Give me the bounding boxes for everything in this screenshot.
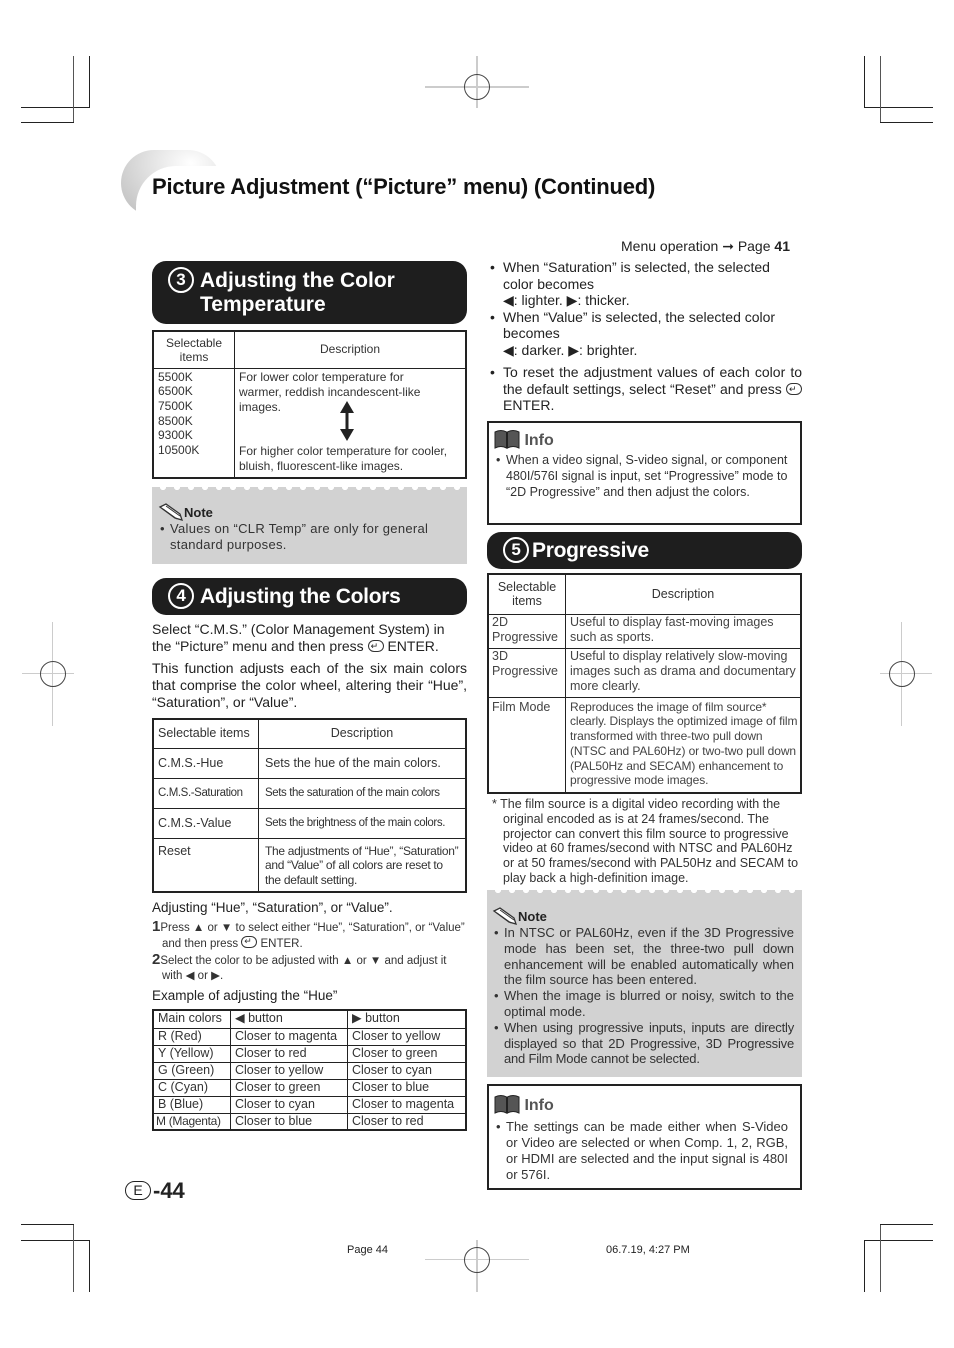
- section-heading-adjusting-colors: 4 Adjusting the Colors: [152, 578, 467, 615]
- table-header: Main colors: [152, 1009, 231, 1029]
- menu-operation-reference: Menu operation ➞ Page 41: [621, 238, 790, 254]
- list-item: To reset the adjustment values of each c…: [488, 364, 802, 414]
- section-number-3: 3: [168, 267, 194, 293]
- list-item: When “Saturation” is selected, the selec…: [488, 259, 802, 309]
- steps-list: 1Press ▲ or ▼ to select either “Hue”, “S…: [152, 919, 467, 984]
- table-header: Selectable items: [152, 718, 259, 749]
- info-item: When a video signal, S-video signal, or …: [494, 452, 792, 500]
- table-row: 2D Progressive Useful to display fast-mo…: [487, 613, 802, 649]
- cms-description: This function adjusts each of the six ma…: [152, 660, 467, 710]
- table-header: Description: [258, 718, 467, 749]
- note-box: Note Values on “CLR Temp” are only for g…: [152, 487, 467, 564]
- table-row: R (Red) Closer to magenta Closer to yellow: [152, 1027, 467, 1046]
- pencil-icon: [492, 907, 518, 925]
- table-header: Description: [234, 330, 467, 369]
- right-bullets: When “Saturation” is selected, the selec…: [488, 259, 802, 414]
- book-icon: [494, 430, 520, 449]
- table-row: 3D Progressive Useful to display relativ…: [487, 647, 802, 698]
- table-row: C (Cyan) Closer to green Closer to blue: [152, 1078, 467, 1097]
- up-down-arrow-icon: [340, 400, 354, 441]
- table-header: ▶ button: [347, 1009, 467, 1029]
- info-box: Info When a video signal, S-video signal…: [487, 421, 802, 525]
- enter-button-icon: [241, 934, 258, 949]
- table-row: Y (Yellow) Closer to red Closer to green: [152, 1044, 467, 1063]
- table-row: C.M.S.-Saturation Sets the saturation of…: [152, 777, 467, 809]
- arrow-right-icon: ➞: [722, 238, 734, 254]
- table-row: Film Mode Reproduces the image of film s…: [487, 696, 802, 794]
- cms-table: Selectable items Description C.M.S.-Hue …: [152, 718, 467, 893]
- page-title: Picture Adjustment (“Picture” menu) (Con…: [152, 174, 656, 199]
- section-number-4: 4: [168, 583, 194, 609]
- example-heading: Example of adjusting the “Hue”: [152, 988, 338, 1003]
- section-heading-progressive: 5 Progressive: [487, 532, 802, 569]
- hue-example-table: Main colors ◀ button ▶ button R (Red) Clo…: [152, 1009, 467, 1131]
- section-heading-color-temperature: 3 Adjusting the Color Temperature: [152, 261, 467, 324]
- desc-high: For higher color temperature for cooler,…: [239, 443, 448, 473]
- step: 2Select the color to be adjusted with ▲ …: [152, 951, 447, 982]
- info-item: The settings can be made either when S-V…: [494, 1119, 788, 1183]
- note-box: Note In NTSC or PAL60Hz, even if the 3D …: [487, 890, 802, 1077]
- color-temp-items: 5500K 6500K 7500K 8500K 9300K 10500K: [152, 367, 235, 479]
- enter-button-icon: [786, 381, 802, 397]
- progressive-table: Selectable items Description 2D Progress…: [487, 573, 802, 794]
- section-number-5: 5: [503, 537, 529, 563]
- book-icon: [494, 1095, 520, 1114]
- color-temperature-table: Selectable items Description 5500K 6500K…: [152, 330, 467, 479]
- adjust-heading: Adjusting “Hue”, “Saturation”, or “Value…: [152, 900, 393, 915]
- cms-intro: Select “C.M.S.” (Color Management System…: [152, 621, 467, 655]
- note-item: Values on “CLR Temp” are only for genera…: [158, 521, 461, 553]
- table-row: B (Blue) Closer to cyan Closer to magenta: [152, 1095, 467, 1114]
- table-row: C.M.S.-Hue Sets the hue of the main colo…: [152, 747, 467, 779]
- info-box: Info The settings can be made either whe…: [487, 1084, 802, 1190]
- note-item: In NTSC or PAL60Hz, even if the 3D Progr…: [492, 925, 794, 988]
- footer-page-label: Page 44: [347, 1244, 388, 1256]
- table-header: ◀ button: [230, 1009, 348, 1029]
- note-item: When using progressive inputs, inputs ar…: [492, 1020, 794, 1067]
- footer-timestamp: 06.7.19, 4:27 PM: [606, 1244, 690, 1256]
- table-header: Selectable items: [152, 330, 235, 369]
- page-number: E--44: [125, 1178, 185, 1204]
- pencil-icon: [158, 503, 184, 521]
- table-header: Selectable items: [487, 573, 566, 615]
- list-item: When “Value” is selected, the selected c…: [488, 309, 802, 359]
- table-row: M (Magenta) Closer to blue Closer to red: [152, 1112, 467, 1131]
- note-item: When the image is blurred or noisy, swit…: [492, 988, 794, 1020]
- table-header: Description: [565, 573, 802, 615]
- table-row: Reset The adjustments of “Hue”, “Saturat…: [152, 837, 467, 893]
- enter-button-icon: [367, 638, 384, 655]
- step: 1Press ▲ or ▼ to select either “Hue”, “S…: [152, 919, 467, 952]
- language-badge: E: [125, 1181, 151, 1200]
- table-row: C.M.S.-Value Sets the brightness of the …: [152, 807, 467, 839]
- table-row: G (Green) Closer to yellow Closer to cyan: [152, 1061, 467, 1080]
- film-source-footnote: * The film source is a digital video rec…: [492, 797, 799, 885]
